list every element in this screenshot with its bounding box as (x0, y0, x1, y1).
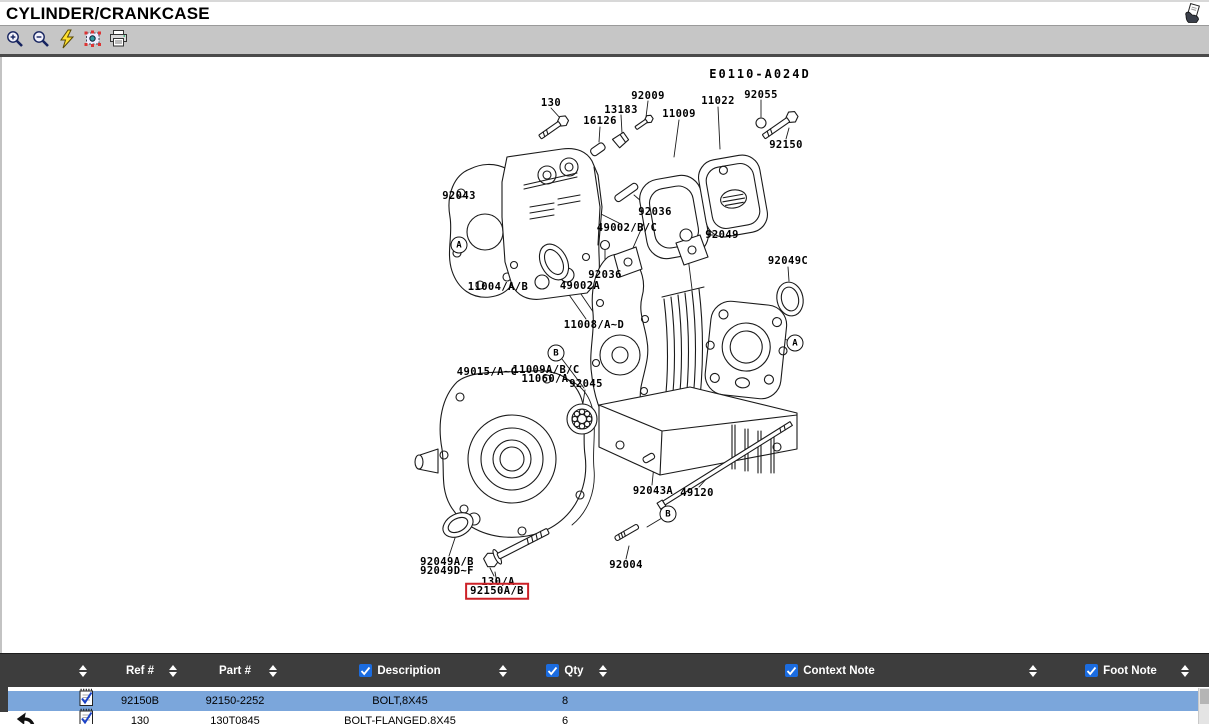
table-header-row: Ref # Part # Description Qty Context Note Foo… (0, 654, 1209, 687)
foot-note-cell (1045, 691, 1197, 711)
flash-button[interactable] (55, 29, 78, 52)
column-checkbox-context-note[interactable] (785, 664, 798, 677)
ref-cell: 130 (95, 711, 185, 724)
image-select-button[interactable] (81, 29, 104, 52)
part-label[interactable]: 13183 (604, 105, 638, 116)
column-label-ref: Ref # (126, 665, 154, 677)
ref-cell: 92150B (95, 691, 185, 711)
diagram-code: E0110-A024D (709, 68, 810, 80)
hand-note-button[interactable] (1181, 3, 1203, 25)
sort-control-description[interactable] (499, 665, 507, 677)
diagram-panel: E0110-A024D 130 92009 1318316126 11009 11022 9… (0, 57, 1209, 653)
part-label-highlighted[interactable]: 92150A/B (465, 583, 529, 600)
part-label[interactable]: 92150 (769, 140, 803, 151)
part-label[interactable]: 92049 (705, 230, 739, 241)
sort-control-ref[interactable] (169, 665, 177, 677)
toolbar (0, 26, 1209, 57)
column-checkbox-qty[interactable] (546, 664, 559, 677)
table-left-edge (0, 687, 8, 712)
zoom-out-button[interactable] (29, 29, 52, 52)
part-label[interactable]: 11008/A~D (564, 320, 625, 331)
part-label[interactable]: 11060/A (521, 374, 568, 385)
sort-control-icon[interactable] (79, 665, 87, 677)
part-label[interactable]: 49002/B/C (597, 223, 658, 234)
column-checkbox-description[interactable] (359, 664, 372, 677)
column-label-description: Description (377, 665, 440, 677)
column-header-description[interactable]: Description (285, 654, 515, 687)
flash-icon (59, 29, 75, 52)
column-label-part: Part # (219, 665, 251, 677)
table-body: 92150B92150-2252BOLT,8X458130130T0845BOL… (0, 687, 1209, 724)
part-label[interactable]: 92045 (569, 379, 603, 390)
part-label[interactable]: 16126 (583, 116, 617, 127)
zoom-out-icon (31, 29, 51, 52)
callout-B: B (660, 506, 677, 523)
column-header-foot-note[interactable]: Foot Note (1045, 654, 1197, 687)
qty-cell: 6 (515, 711, 615, 724)
part-label[interactable]: 130 (541, 98, 561, 109)
part-label[interactable]: 49120 (680, 488, 714, 499)
callout-B: B (548, 345, 565, 362)
print-button[interactable] (107, 29, 130, 52)
part-label[interactable]: 92055 (744, 90, 778, 101)
table-row[interactable]: 130130T0845BOLT-FLANGED,8X456 (0, 711, 1209, 724)
column-label-qty: Qty (564, 665, 583, 677)
sort-control-context-note[interactable] (1029, 665, 1037, 677)
table-scrollbar[interactable] (1198, 688, 1209, 724)
part-label[interactable]: 49015/A~C (457, 367, 518, 378)
context-note-cell (615, 711, 1045, 724)
column-header-part[interactable]: Part # (185, 654, 285, 687)
part-label[interactable]: 11004/A/B (468, 282, 529, 293)
image-select-icon (83, 29, 103, 52)
sort-control-foot-note[interactable] (1181, 665, 1189, 677)
row-icon-cell (0, 711, 95, 724)
foot-note-cell (1045, 711, 1197, 724)
column-header-icon[interactable] (0, 654, 95, 687)
part-label[interactable]: 92036 (588, 270, 622, 281)
context-note-cell (615, 691, 1045, 711)
part-label[interactable]: 92004 (609, 560, 643, 571)
table-row[interactable]: 92150B92150-2252BOLT,8X458 (0, 691, 1209, 711)
part-cell: 130T0845 (185, 711, 285, 724)
part-label[interactable]: 92043A (633, 486, 673, 497)
callout-A: A (451, 237, 468, 254)
exploded-diagram (2, 57, 1209, 653)
part-cell: 92150-2252 (185, 691, 285, 711)
hand-note-icon (1182, 12, 1202, 27)
part-label[interactable]: 49002A (560, 281, 600, 292)
scrollbar-thumb[interactable] (1200, 689, 1209, 704)
part-label[interactable]: 92036 (638, 207, 672, 218)
column-header-qty[interactable]: Qty (515, 654, 615, 687)
parts-note-icon[interactable] (78, 688, 95, 710)
column-checkbox-foot-note[interactable] (1085, 664, 1098, 677)
print-icon (109, 29, 128, 51)
part-label[interactable]: 92009 (631, 91, 665, 102)
zoom-in-button[interactable] (3, 29, 26, 52)
zoom-in-icon (5, 29, 25, 52)
column-label-foot-note: Foot Note (1103, 665, 1157, 677)
sort-control-qty[interactable] (599, 665, 607, 677)
qty-cell: 8 (515, 691, 615, 711)
title-bar: CYLINDER/CRANKCASE (0, 0, 1209, 26)
part-label[interactable]: 92043 (442, 191, 476, 202)
callout-A: A (787, 335, 804, 352)
part-label[interactable]: 92049C (768, 256, 808, 267)
description-cell: BOLT-FLANGED,8X45 (285, 711, 515, 724)
back-arrow-icon[interactable] (15, 711, 39, 724)
part-label[interactable]: 11009 (662, 109, 696, 120)
part-label[interactable]: 92049D~F (420, 566, 474, 577)
page-title: CYLINDER/CRANKCASE (6, 4, 210, 24)
column-label-context-note: Context Note (803, 665, 875, 677)
part-label[interactable]: 11022 (701, 96, 735, 107)
column-header-ref[interactable]: Ref # (95, 654, 185, 687)
parts-table: Ref # Part # Description Qty Context Note Foo… (0, 653, 1209, 724)
description-cell: BOLT,8X45 (285, 691, 515, 711)
parts-note-icon[interactable] (78, 708, 95, 724)
column-header-context-note[interactable]: Context Note (615, 654, 1045, 687)
sort-control-part[interactable] (269, 665, 277, 677)
